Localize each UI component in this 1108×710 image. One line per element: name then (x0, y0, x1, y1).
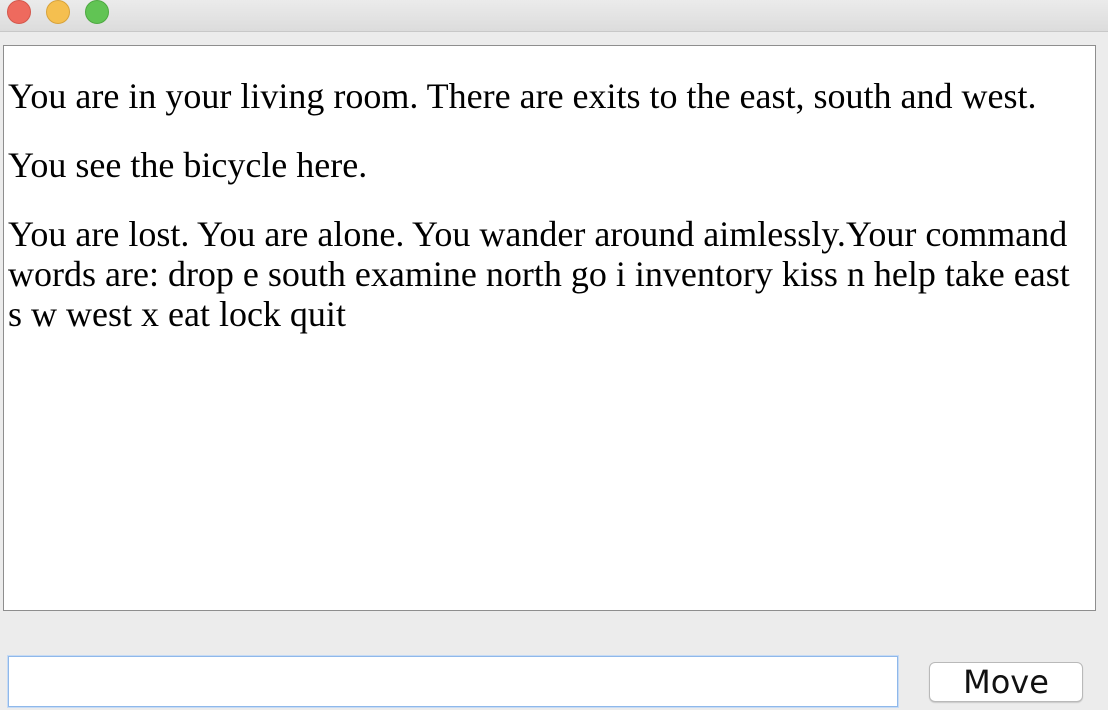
output-paragraph: You see the bicycle here. (8, 145, 368, 185)
move-button[interactable]: Move (929, 662, 1083, 702)
game-output-text-area[interactable]: You are in your living room. There are e… (3, 45, 1096, 611)
command-input[interactable] (8, 656, 898, 707)
output-paragraph: You are in your living room. There are e… (8, 76, 1037, 116)
maximize-window-icon[interactable] (85, 0, 109, 24)
output-paragraph: You are lost. You are alone. You wander … (8, 214, 1070, 334)
window-titlebar (0, 0, 1108, 32)
minimize-window-icon[interactable] (46, 0, 70, 24)
close-window-icon[interactable] (7, 0, 31, 24)
